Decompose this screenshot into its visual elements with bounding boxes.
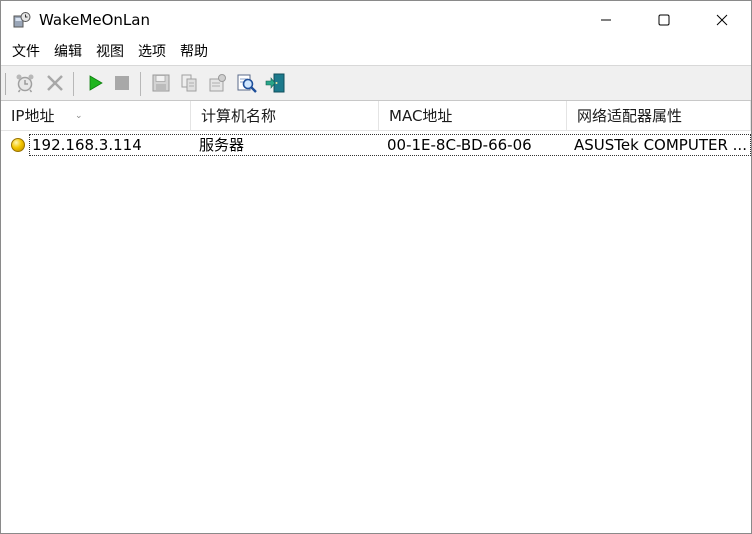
properties-icon — [209, 74, 226, 92]
cell-mac: 00-1E-8C-BD-66-06 — [387, 136, 532, 154]
column-header-computer-name[interactable]: 计算机名称 — [191, 101, 379, 131]
alarm-clock-icon — [16, 74, 34, 93]
menu-options[interactable]: 选项 — [131, 40, 173, 64]
menu-edit[interactable]: 编辑 — [47, 40, 89, 64]
cell-ip: 192.168.3.114 — [32, 136, 142, 154]
cell-computer-name: 服务器 — [199, 136, 245, 154]
copy-icon — [181, 74, 197, 92]
column-header-ip[interactable]: IP地址 ⌄ — [1, 101, 191, 131]
sort-indicator-icon: ⌄ — [75, 111, 83, 121]
column-header-mac[interactable]: MAC地址 — [379, 101, 567, 131]
save-button[interactable] — [149, 71, 173, 95]
copy-button[interactable] — [177, 71, 201, 95]
device-list[interactable]: IP地址 ⌄ 计算机名称 MAC地址 网络适配器属性 192.168.3.114… — [1, 101, 751, 533]
app-icon — [13, 11, 31, 29]
column-header-adapter[interactable]: 网络适配器属性 — [567, 101, 751, 131]
floppy-disk-icon — [152, 74, 170, 92]
stop-icon — [115, 76, 129, 90]
delete-button[interactable] — [43, 71, 67, 95]
properties-button[interactable] — [205, 71, 229, 95]
menu-bar: 文件 编辑 视图 选项 帮助 — [1, 39, 751, 65]
menu-file[interactable]: 文件 — [5, 40, 47, 64]
table-row[interactable]: 192.168.3.114 服务器 00-1E-8C-BD-66-06 ASUS… — [1, 132, 751, 158]
toolbar — [1, 65, 751, 101]
cell-adapter: ASUSTek COMPUTER ... — [574, 136, 747, 154]
minimize-button[interactable] — [577, 1, 635, 39]
close-button[interactable] — [693, 1, 751, 39]
minimize-icon — [601, 19, 611, 21]
start-scan-button[interactable] — [83, 71, 107, 95]
menu-help[interactable]: 帮助 — [173, 40, 215, 64]
title-bar[interactable]: WakeMeOnLan — [1, 1, 751, 39]
menu-view[interactable]: 视图 — [89, 40, 131, 64]
toolbar-grip[interactable] — [5, 73, 7, 95]
toolbar-separator — [140, 72, 141, 96]
play-icon — [89, 75, 103, 91]
close-icon — [716, 14, 728, 26]
exit-door-icon — [265, 73, 285, 93]
stop-scan-button[interactable] — [110, 71, 134, 95]
close-x-icon — [47, 75, 63, 91]
find-icon — [237, 74, 257, 93]
exit-button[interactable] — [264, 71, 288, 95]
maximize-button[interactable] — [635, 1, 693, 39]
wake-button[interactable] — [13, 71, 37, 95]
status-dot-icon — [11, 138, 25, 152]
find-button[interactable] — [235, 71, 259, 95]
maximize-icon — [658, 14, 670, 26]
window-title: WakeMeOnLan — [39, 11, 150, 29]
app-window: WakeMeOnLan 文件 编辑 视图 选项 帮助 IP地址 ⌄ 计算机名称 … — [0, 0, 752, 534]
toolbar-separator — [73, 72, 74, 96]
list-header: IP地址 ⌄ 计算机名称 MAC地址 网络适配器属性 — [1, 101, 751, 131]
